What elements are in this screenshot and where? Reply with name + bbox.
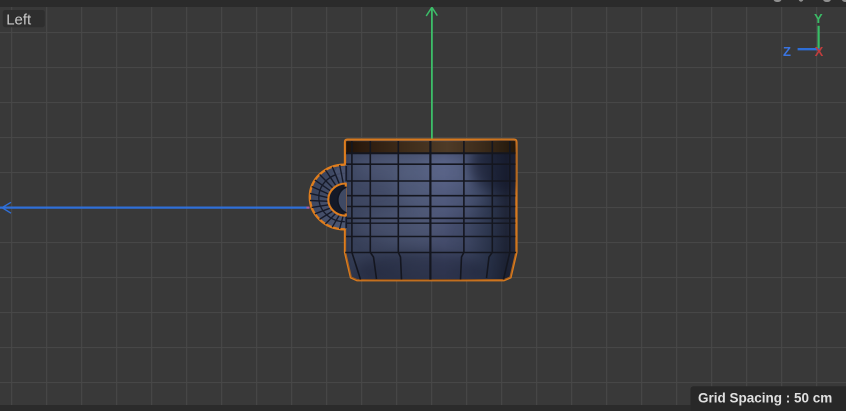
svg-text:Y: Y bbox=[814, 11, 823, 26]
svg-text:X: X bbox=[815, 44, 824, 59]
svg-text:Left: Left bbox=[6, 12, 32, 29]
svg-text:Z: Z bbox=[783, 44, 791, 59]
svg-text:Grid Spacing : 50 cm: Grid Spacing : 50 cm bbox=[698, 390, 832, 405]
